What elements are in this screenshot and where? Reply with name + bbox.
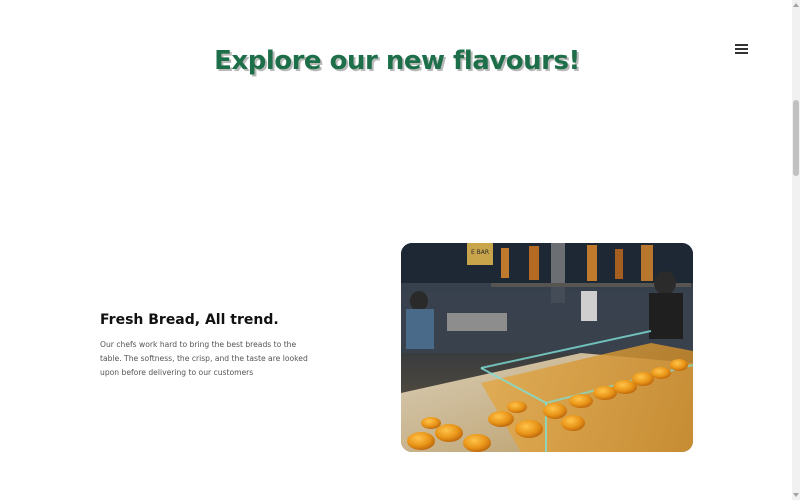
feature-heading: Fresh Bread, All trend. xyxy=(100,312,279,328)
bakery-display-image: E BAR xyxy=(401,243,693,452)
scroll-up-arrow-icon[interactable] xyxy=(793,3,799,7)
page-title: Explore our new flavours! xyxy=(214,46,580,76)
image-sign-text: E BAR xyxy=(471,249,489,256)
scrollbar-thumb[interactable] xyxy=(793,100,799,176)
page-scrollbar[interactable] xyxy=(792,0,800,500)
hamburger-menu-icon xyxy=(735,44,748,46)
menu-button[interactable] xyxy=(735,43,749,54)
scroll-down-arrow-icon[interactable] xyxy=(793,493,799,497)
feature-description: Our chefs work hard to bring the best br… xyxy=(100,340,308,377)
